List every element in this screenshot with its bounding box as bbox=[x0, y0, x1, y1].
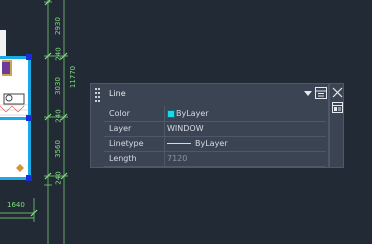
chevron-down-icon bbox=[304, 91, 312, 96]
property-label: Linetype bbox=[109, 139, 144, 148]
palette-header: Line bbox=[104, 84, 328, 104]
palette-settings-icon[interactable] bbox=[331, 101, 344, 114]
property-value: ByLayer bbox=[176, 109, 209, 118]
plan-white-block bbox=[0, 30, 6, 56]
property-grid: Color ByLayer Layer WINDOW Linetype ByLa… bbox=[104, 106, 326, 167]
dim-label-3560: 3560 bbox=[53, 140, 62, 158]
property-row-color[interactable]: Color ByLayer bbox=[104, 106, 326, 122]
property-value: 7120 bbox=[167, 154, 188, 163]
color-swatch-icon bbox=[167, 110, 175, 118]
row-divider bbox=[164, 136, 165, 151]
dim-label-240-a: 240 bbox=[54, 109, 63, 123]
grip-2[interactable] bbox=[26, 115, 32, 121]
property-value: WINDOW bbox=[167, 124, 204, 133]
grip-dots-icon bbox=[95, 88, 101, 102]
property-label: Color bbox=[109, 109, 130, 118]
linetype-sample-icon bbox=[167, 143, 191, 144]
quick-select-icon[interactable] bbox=[315, 87, 327, 99]
palette-side-strip bbox=[329, 83, 344, 168]
dim-label-1640: 1640 bbox=[7, 201, 25, 209]
dim-label-3030: 3030 bbox=[53, 77, 62, 95]
dim-label-240-b: 240 bbox=[54, 171, 63, 185]
property-row-length: Length 7120 bbox=[104, 151, 326, 167]
property-row-layer[interactable]: Layer WINDOW bbox=[104, 121, 326, 137]
property-row-linetype[interactable]: Linetype ByLayer bbox=[104, 136, 326, 152]
object-type-select[interactable]: Line bbox=[106, 87, 314, 101]
dim-label-2930: 2930 bbox=[53, 17, 62, 35]
grip-1[interactable] bbox=[26, 54, 32, 60]
dim-label-240-c: 240 bbox=[54, 47, 63, 61]
property-value: ByLayer bbox=[195, 139, 228, 148]
property-label: Length bbox=[109, 154, 137, 163]
object-type-label: Line bbox=[109, 89, 126, 98]
row-divider bbox=[164, 121, 165, 136]
palette-grip[interactable] bbox=[91, 84, 104, 167]
row-divider bbox=[164, 151, 165, 166]
close-icon[interactable] bbox=[331, 86, 344, 99]
plan-furniture-inner bbox=[2, 62, 10, 74]
property-label: Layer bbox=[109, 124, 132, 133]
properties-palette: Line Color ByLayer Layer WINDOW Linetype… bbox=[90, 83, 329, 168]
row-divider bbox=[164, 106, 165, 121]
grip-3[interactable] bbox=[26, 175, 32, 181]
dim-label-11770: 11770 bbox=[69, 65, 78, 89]
